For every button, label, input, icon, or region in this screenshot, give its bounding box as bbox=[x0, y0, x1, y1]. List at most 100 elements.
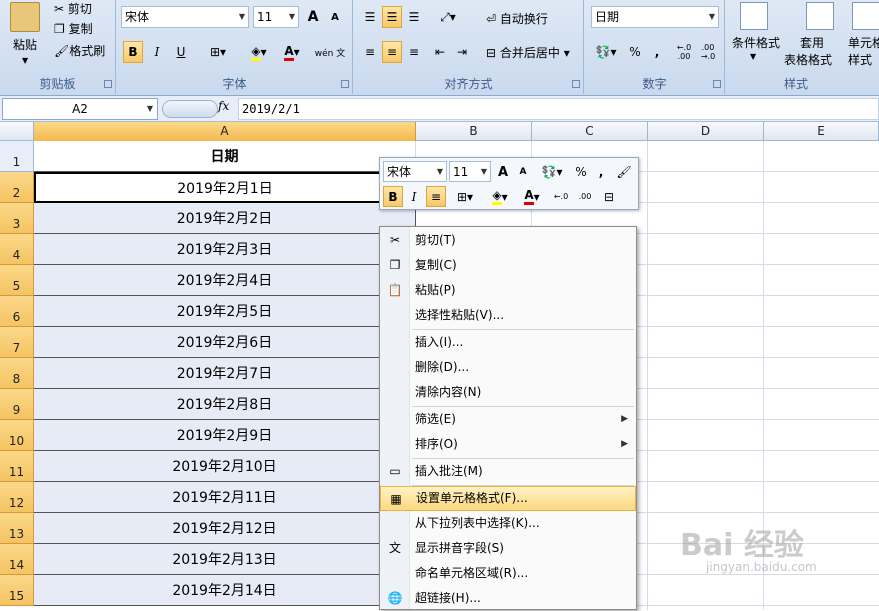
font-size-select[interactable]: 11 ▼ bbox=[253, 6, 299, 28]
font-launcher-icon[interactable]: . bbox=[341, 80, 349, 88]
align-left-button[interactable]: ≡ bbox=[360, 41, 380, 63]
date-cell[interactable]: 2019年2月2日 bbox=[34, 203, 416, 234]
formula-bar-handle[interactable] bbox=[162, 100, 218, 118]
column-header-a[interactable]: A bbox=[34, 122, 416, 141]
mini-merge-button[interactable]: ⊟ bbox=[598, 186, 620, 207]
context-menu-item[interactable]: 🌐 超链接(H)... bbox=[380, 586, 636, 611]
column-header-b[interactable]: B bbox=[416, 122, 532, 141]
date-cell[interactable]: 2019年2月14日 bbox=[34, 575, 416, 606]
context-menu-item[interactable]: ▦ 设置单元格格式(F)... bbox=[380, 486, 636, 511]
align-center-button[interactable]: ≡ bbox=[382, 41, 402, 63]
align-bottom-button[interactable]: ☰ bbox=[404, 6, 424, 28]
date-cell[interactable]: 2019年2月9日 bbox=[34, 420, 416, 451]
mini-align-center-button[interactable]: ≡ bbox=[426, 186, 446, 207]
formula-input[interactable]: 2019/2/1 bbox=[238, 98, 879, 120]
mini-grow-font-button[interactable]: A bbox=[494, 161, 512, 183]
row-header-15[interactable]: 15 bbox=[0, 575, 34, 606]
date-cell[interactable]: 2019年2月12日 bbox=[34, 513, 416, 544]
number-format-select[interactable]: 日期 ▼ bbox=[591, 6, 719, 28]
paste-dropdown-icon[interactable]: ▼ bbox=[22, 56, 28, 65]
increase-decimal-button[interactable]: ←.0 .00 bbox=[673, 41, 695, 63]
context-menu-item[interactable]: 选择性粘贴(V)... bbox=[380, 303, 636, 328]
table-format-button-line2[interactable]: 表格格式 bbox=[784, 51, 832, 68]
wrap-text-button[interactable]: ⏎ 自动换行 bbox=[486, 10, 548, 27]
font-color-button[interactable]: A ▾ bbox=[277, 41, 307, 63]
format-painter-button[interactable]: 🖌格式刷 bbox=[54, 42, 105, 59]
date-cell[interactable]: 2019年2月11日 bbox=[34, 482, 416, 513]
merge-center-button[interactable]: ⊟ 合并后居中 ▾ bbox=[486, 44, 570, 61]
fill-color-button[interactable]: ◈ ▾ bbox=[243, 41, 275, 63]
context-menu-item[interactable]: 筛选(E) ▶ bbox=[380, 407, 636, 432]
percent-button[interactable]: % bbox=[625, 41, 645, 63]
currency-button[interactable]: 💱▾ bbox=[591, 41, 621, 63]
underline-button[interactable]: U bbox=[171, 41, 191, 63]
date-cell[interactable]: 2019年2月3日 bbox=[34, 234, 416, 265]
cell-styles-button-line1[interactable]: 单元格 bbox=[848, 34, 879, 51]
column-header-d[interactable]: D bbox=[648, 122, 764, 141]
mini-percent-button[interactable]: % bbox=[572, 161, 590, 183]
date-cell[interactable]: 2019年2月1日 bbox=[34, 172, 416, 203]
row-header-6[interactable]: 6 bbox=[0, 296, 34, 327]
row-header-14[interactable]: 14 bbox=[0, 544, 34, 575]
comma-button[interactable]: , bbox=[647, 41, 667, 63]
row-header-1[interactable]: 1 bbox=[0, 141, 34, 172]
mini-bold-button[interactable]: B bbox=[383, 186, 403, 207]
date-cell[interactable]: 2019年2月5日 bbox=[34, 296, 416, 327]
align-top-button[interactable]: ☰ bbox=[360, 6, 380, 28]
row-header-11[interactable]: 11 bbox=[0, 451, 34, 482]
row-header-2[interactable]: 2 bbox=[0, 172, 34, 203]
context-menu-item[interactable]: ❐ 复制(C) bbox=[380, 253, 636, 278]
cell-styles-button-line2[interactable]: 样式 bbox=[848, 51, 872, 68]
context-menu-item[interactable]: ✂ 剪切(T) bbox=[380, 228, 636, 253]
clipboard-launcher-icon[interactable]: . bbox=[104, 80, 112, 88]
mini-decrease-decimal-button[interactable]: .00 bbox=[574, 186, 596, 207]
mini-fill-color-button[interactable]: ◈ ▾ bbox=[484, 186, 516, 207]
date-cell[interactable]: 2019年2月8日 bbox=[34, 389, 416, 420]
align-right-button[interactable]: ≡ bbox=[404, 41, 424, 63]
table-format-icon[interactable] bbox=[806, 2, 834, 30]
copy-button[interactable]: ❐ 复制 bbox=[54, 20, 93, 37]
date-cell[interactable]: 2019年2月7日 bbox=[34, 358, 416, 389]
date-cell[interactable]: 2019年2月13日 bbox=[34, 544, 416, 575]
date-cell[interactable]: 2019年2月4日 bbox=[34, 265, 416, 296]
decrease-decimal-button[interactable]: .00 →.0 bbox=[697, 41, 719, 63]
cell-styles-icon[interactable] bbox=[852, 2, 879, 30]
mini-font-select[interactable]: 宋体 ▼ bbox=[383, 161, 447, 182]
select-all-corner[interactable] bbox=[0, 122, 34, 141]
row-header-8[interactable]: 8 bbox=[0, 358, 34, 389]
mini-comma-button[interactable]: , bbox=[594, 161, 608, 183]
context-menu-item[interactable]: 清除内容(N) bbox=[380, 380, 636, 405]
mini-font-color-button[interactable]: A ▾ bbox=[518, 186, 546, 207]
alignment-launcher-icon[interactable]: . bbox=[572, 80, 580, 88]
phonetic-button[interactable]: wén 文 bbox=[313, 41, 347, 63]
table-format-button-line1[interactable]: 套用 bbox=[800, 34, 824, 51]
context-menu-item[interactable]: 命名单元格区域(R)... bbox=[380, 561, 636, 586]
column-header-c[interactable]: C bbox=[532, 122, 648, 141]
header-cell[interactable]: 日期 bbox=[34, 141, 416, 172]
mini-increase-decimal-button[interactable]: ←.0 bbox=[550, 186, 572, 207]
conditional-format-button[interactable]: 条件格式 bbox=[732, 34, 780, 51]
shrink-font-button[interactable]: A bbox=[325, 6, 345, 28]
cut-button[interactable]: ✂ 剪切 bbox=[54, 0, 92, 17]
font-name-select[interactable]: 宋体 ▼ bbox=[121, 6, 249, 28]
mini-format-painter-button[interactable]: 🖌 bbox=[614, 161, 634, 183]
context-menu-item[interactable]: 排序(O) ▶ bbox=[380, 432, 636, 457]
align-middle-button[interactable]: ☰ bbox=[382, 6, 402, 28]
row-header-12[interactable]: 12 bbox=[0, 482, 34, 513]
orientation-button[interactable]: ⤢▾ bbox=[432, 6, 464, 28]
conditional-format-icon[interactable] bbox=[740, 2, 768, 30]
row-header-4[interactable]: 4 bbox=[0, 234, 34, 265]
date-cell[interactable]: 2019年2月10日 bbox=[34, 451, 416, 482]
name-box[interactable]: A2 ▼ bbox=[2, 98, 158, 120]
number-launcher-icon[interactable]: . bbox=[713, 80, 721, 88]
decrease-indent-button[interactable]: ⇤ bbox=[430, 41, 450, 63]
italic-button[interactable]: I bbox=[147, 41, 167, 63]
increase-indent-button[interactable]: ⇥ bbox=[452, 41, 472, 63]
context-menu-item[interactable]: ▭ 插入批注(M) bbox=[380, 459, 636, 484]
mini-shrink-font-button[interactable]: A bbox=[514, 161, 532, 183]
insert-function-button[interactable]: fx bbox=[218, 99, 229, 113]
grow-font-button[interactable]: A bbox=[303, 6, 323, 28]
context-menu-item[interactable]: 文显示拼音字段(S) bbox=[380, 536, 636, 561]
row-header-13[interactable]: 13 bbox=[0, 513, 34, 544]
row-header-7[interactable]: 7 bbox=[0, 327, 34, 358]
